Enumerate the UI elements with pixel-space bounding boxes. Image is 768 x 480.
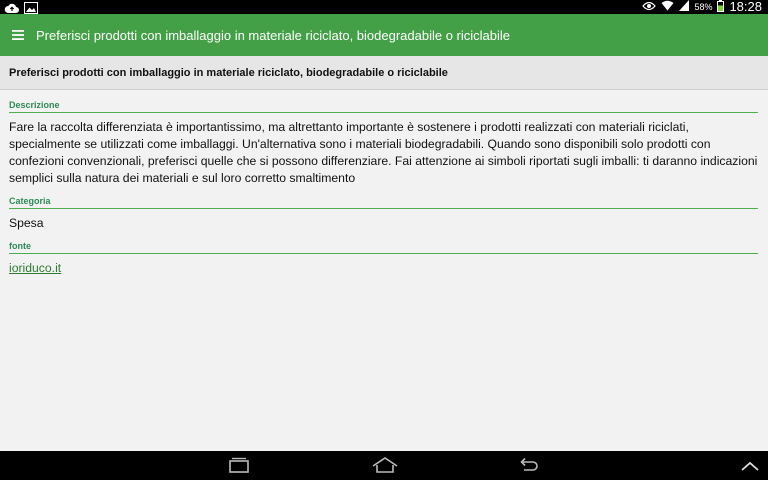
action-bar: Preferisci prodotti con imballaggio in m… [0, 14, 768, 56]
source-label: fonte [9, 241, 758, 254]
detail-content: Descrizione Fare la raccolta differenzia… [9, 100, 758, 286]
menu-button[interactable] [0, 14, 36, 56]
category-section: Categoria Spesa [9, 196, 758, 232]
chevron-up-icon[interactable] [740, 459, 760, 477]
description-text: Fare la raccolta differenziata è importa… [9, 120, 758, 185]
app-bar-title: Preferisci prodotti con imballaggio in m… [36, 27, 511, 43]
home-icon[interactable] [372, 456, 398, 479]
menu-icon [12, 30, 24, 40]
source-link[interactable]: ioriduco.it [9, 261, 61, 275]
page-title: Preferisci prodotti con imballaggio in m… [9, 66, 448, 79]
eye-icon [642, 1, 657, 14]
page-header: Preferisci prodotti con imballaggio in m… [0, 56, 768, 90]
recent-apps-icon[interactable] [228, 456, 250, 479]
battery-icon [717, 0, 725, 15]
signal-icon [679, 0, 690, 14]
source-section: fonte ioriduco.it [9, 241, 758, 277]
description-section: Descrizione Fare la raccolta differenzia… [9, 100, 758, 187]
clock: 18:28 [729, 0, 762, 14]
wifi-icon [661, 0, 674, 14]
description-label: Descrizione [9, 100, 758, 113]
status-bar: 58% 18:28 [0, 0, 768, 14]
navigation-bar [0, 451, 768, 480]
category-value: Spesa [9, 216, 44, 230]
back-icon[interactable] [518, 456, 540, 479]
category-label: Categoria [9, 196, 758, 209]
battery-percentage: 58% [694, 2, 713, 12]
